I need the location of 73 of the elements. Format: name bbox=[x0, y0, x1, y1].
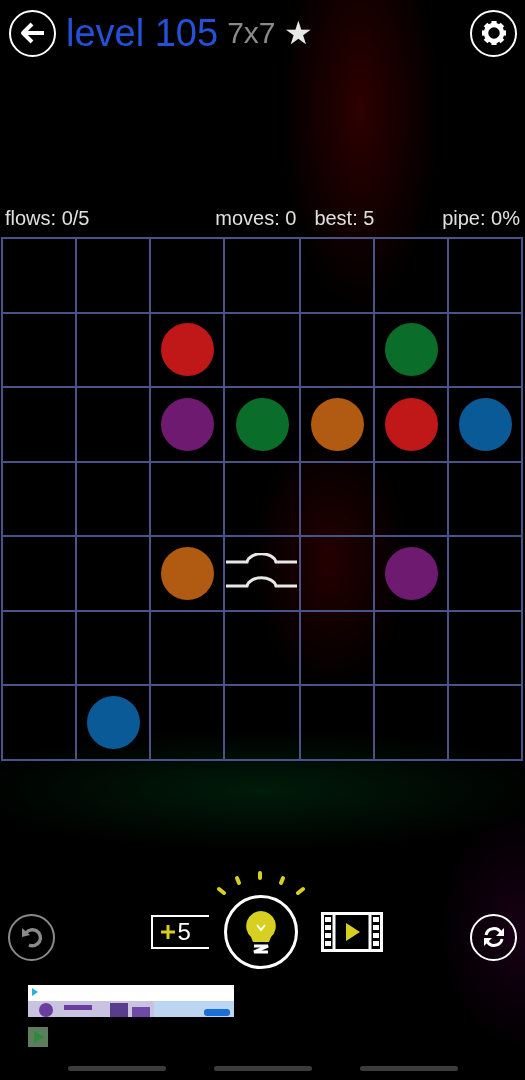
settings-button[interactable] bbox=[470, 9, 517, 57]
board-cell[interactable] bbox=[448, 536, 522, 611]
board-cell[interactable] bbox=[2, 312, 76, 387]
board-cell[interactable] bbox=[300, 685, 374, 760]
star-symbol: ★ bbox=[283, 14, 313, 52]
board-cell[interactable] bbox=[2, 461, 76, 536]
board-cell[interactable] bbox=[448, 461, 522, 536]
board-size: 7x7 bbox=[227, 16, 276, 50]
board-cell[interactable] bbox=[224, 387, 300, 462]
plus-icon bbox=[160, 924, 175, 939]
board-cell[interactable] bbox=[448, 238, 522, 313]
board-cell[interactable] bbox=[150, 461, 224, 536]
board-cell[interactable] bbox=[300, 238, 374, 313]
undo-icon bbox=[19, 925, 44, 949]
level-title: level 105 bbox=[66, 11, 219, 55]
board-cell[interactable] bbox=[224, 536, 300, 611]
board-cell[interactable] bbox=[2, 685, 76, 760]
board-cell[interactable] bbox=[300, 312, 374, 387]
board-cell[interactable] bbox=[76, 312, 150, 387]
board-cell[interactable] bbox=[300, 387, 374, 462]
board-cell[interactable] bbox=[76, 387, 150, 462]
undo-button[interactable] bbox=[8, 913, 55, 961]
film-play-icon bbox=[320, 911, 383, 952]
nav-handle[interactable] bbox=[359, 1066, 458, 1071]
board-cell[interactable] bbox=[76, 461, 150, 536]
board-cell[interactable] bbox=[448, 312, 522, 387]
nav-handle[interactable] bbox=[67, 1066, 166, 1071]
board-cell[interactable] bbox=[2, 238, 76, 313]
play-icon bbox=[28, 1026, 48, 1047]
board-cell[interactable] bbox=[374, 610, 448, 685]
board-cell[interactable] bbox=[2, 610, 76, 685]
board-cell[interactable] bbox=[448, 685, 522, 760]
pipe-counter: pipe: 0% bbox=[442, 206, 520, 230]
nav-handle[interactable] bbox=[213, 1066, 312, 1071]
board-cell[interactable] bbox=[76, 536, 150, 611]
board-cell[interactable] bbox=[150, 610, 224, 685]
restart-button[interactable] bbox=[470, 913, 517, 961]
back-arrow-icon bbox=[19, 22, 46, 44]
board-cell[interactable] bbox=[150, 536, 224, 611]
board-cell[interactable] bbox=[300, 610, 374, 685]
moves-counter: moves: 0 bbox=[215, 206, 297, 230]
best-counter: best: 5 bbox=[314, 206, 375, 230]
board-cell[interactable] bbox=[374, 312, 448, 387]
board-cell[interactable] bbox=[224, 238, 300, 313]
board-cell[interactable] bbox=[300, 536, 374, 611]
refresh-icon bbox=[481, 925, 506, 949]
board-cell[interactable] bbox=[448, 610, 522, 685]
board-cell[interactable] bbox=[2, 387, 76, 462]
board-cell[interactable] bbox=[300, 461, 374, 536]
board-cell[interactable] bbox=[224, 312, 300, 387]
board-cell[interactable] bbox=[150, 387, 224, 462]
flows-counter: flows: 0/5 bbox=[5, 206, 90, 230]
board-cell[interactable] bbox=[150, 312, 224, 387]
board-cell[interactable] bbox=[224, 610, 300, 685]
board-cell[interactable] bbox=[374, 238, 448, 313]
board-cell[interactable] bbox=[150, 238, 224, 313]
board-cell[interactable] bbox=[150, 685, 224, 760]
board-cell[interactable] bbox=[374, 461, 448, 536]
board-cell[interactable] bbox=[224, 461, 300, 536]
board-cell[interactable] bbox=[448, 387, 522, 462]
board-cell[interactable] bbox=[2, 536, 76, 611]
back-button[interactable] bbox=[9, 9, 56, 57]
board-cell[interactable] bbox=[76, 610, 150, 685]
board-cell[interactable] bbox=[76, 238, 150, 313]
board-cell[interactable] bbox=[374, 536, 448, 611]
video-hint-button[interactable] bbox=[320, 911, 383, 952]
hint-button[interactable] bbox=[223, 894, 298, 969]
board-cell[interactable] bbox=[374, 387, 448, 462]
hint-count: 5 bbox=[177, 917, 191, 946]
board-cell[interactable] bbox=[374, 685, 448, 760]
board-cell[interactable] bbox=[76, 685, 150, 760]
settings-icon bbox=[480, 20, 507, 46]
board-cell[interactable] bbox=[224, 685, 300, 760]
